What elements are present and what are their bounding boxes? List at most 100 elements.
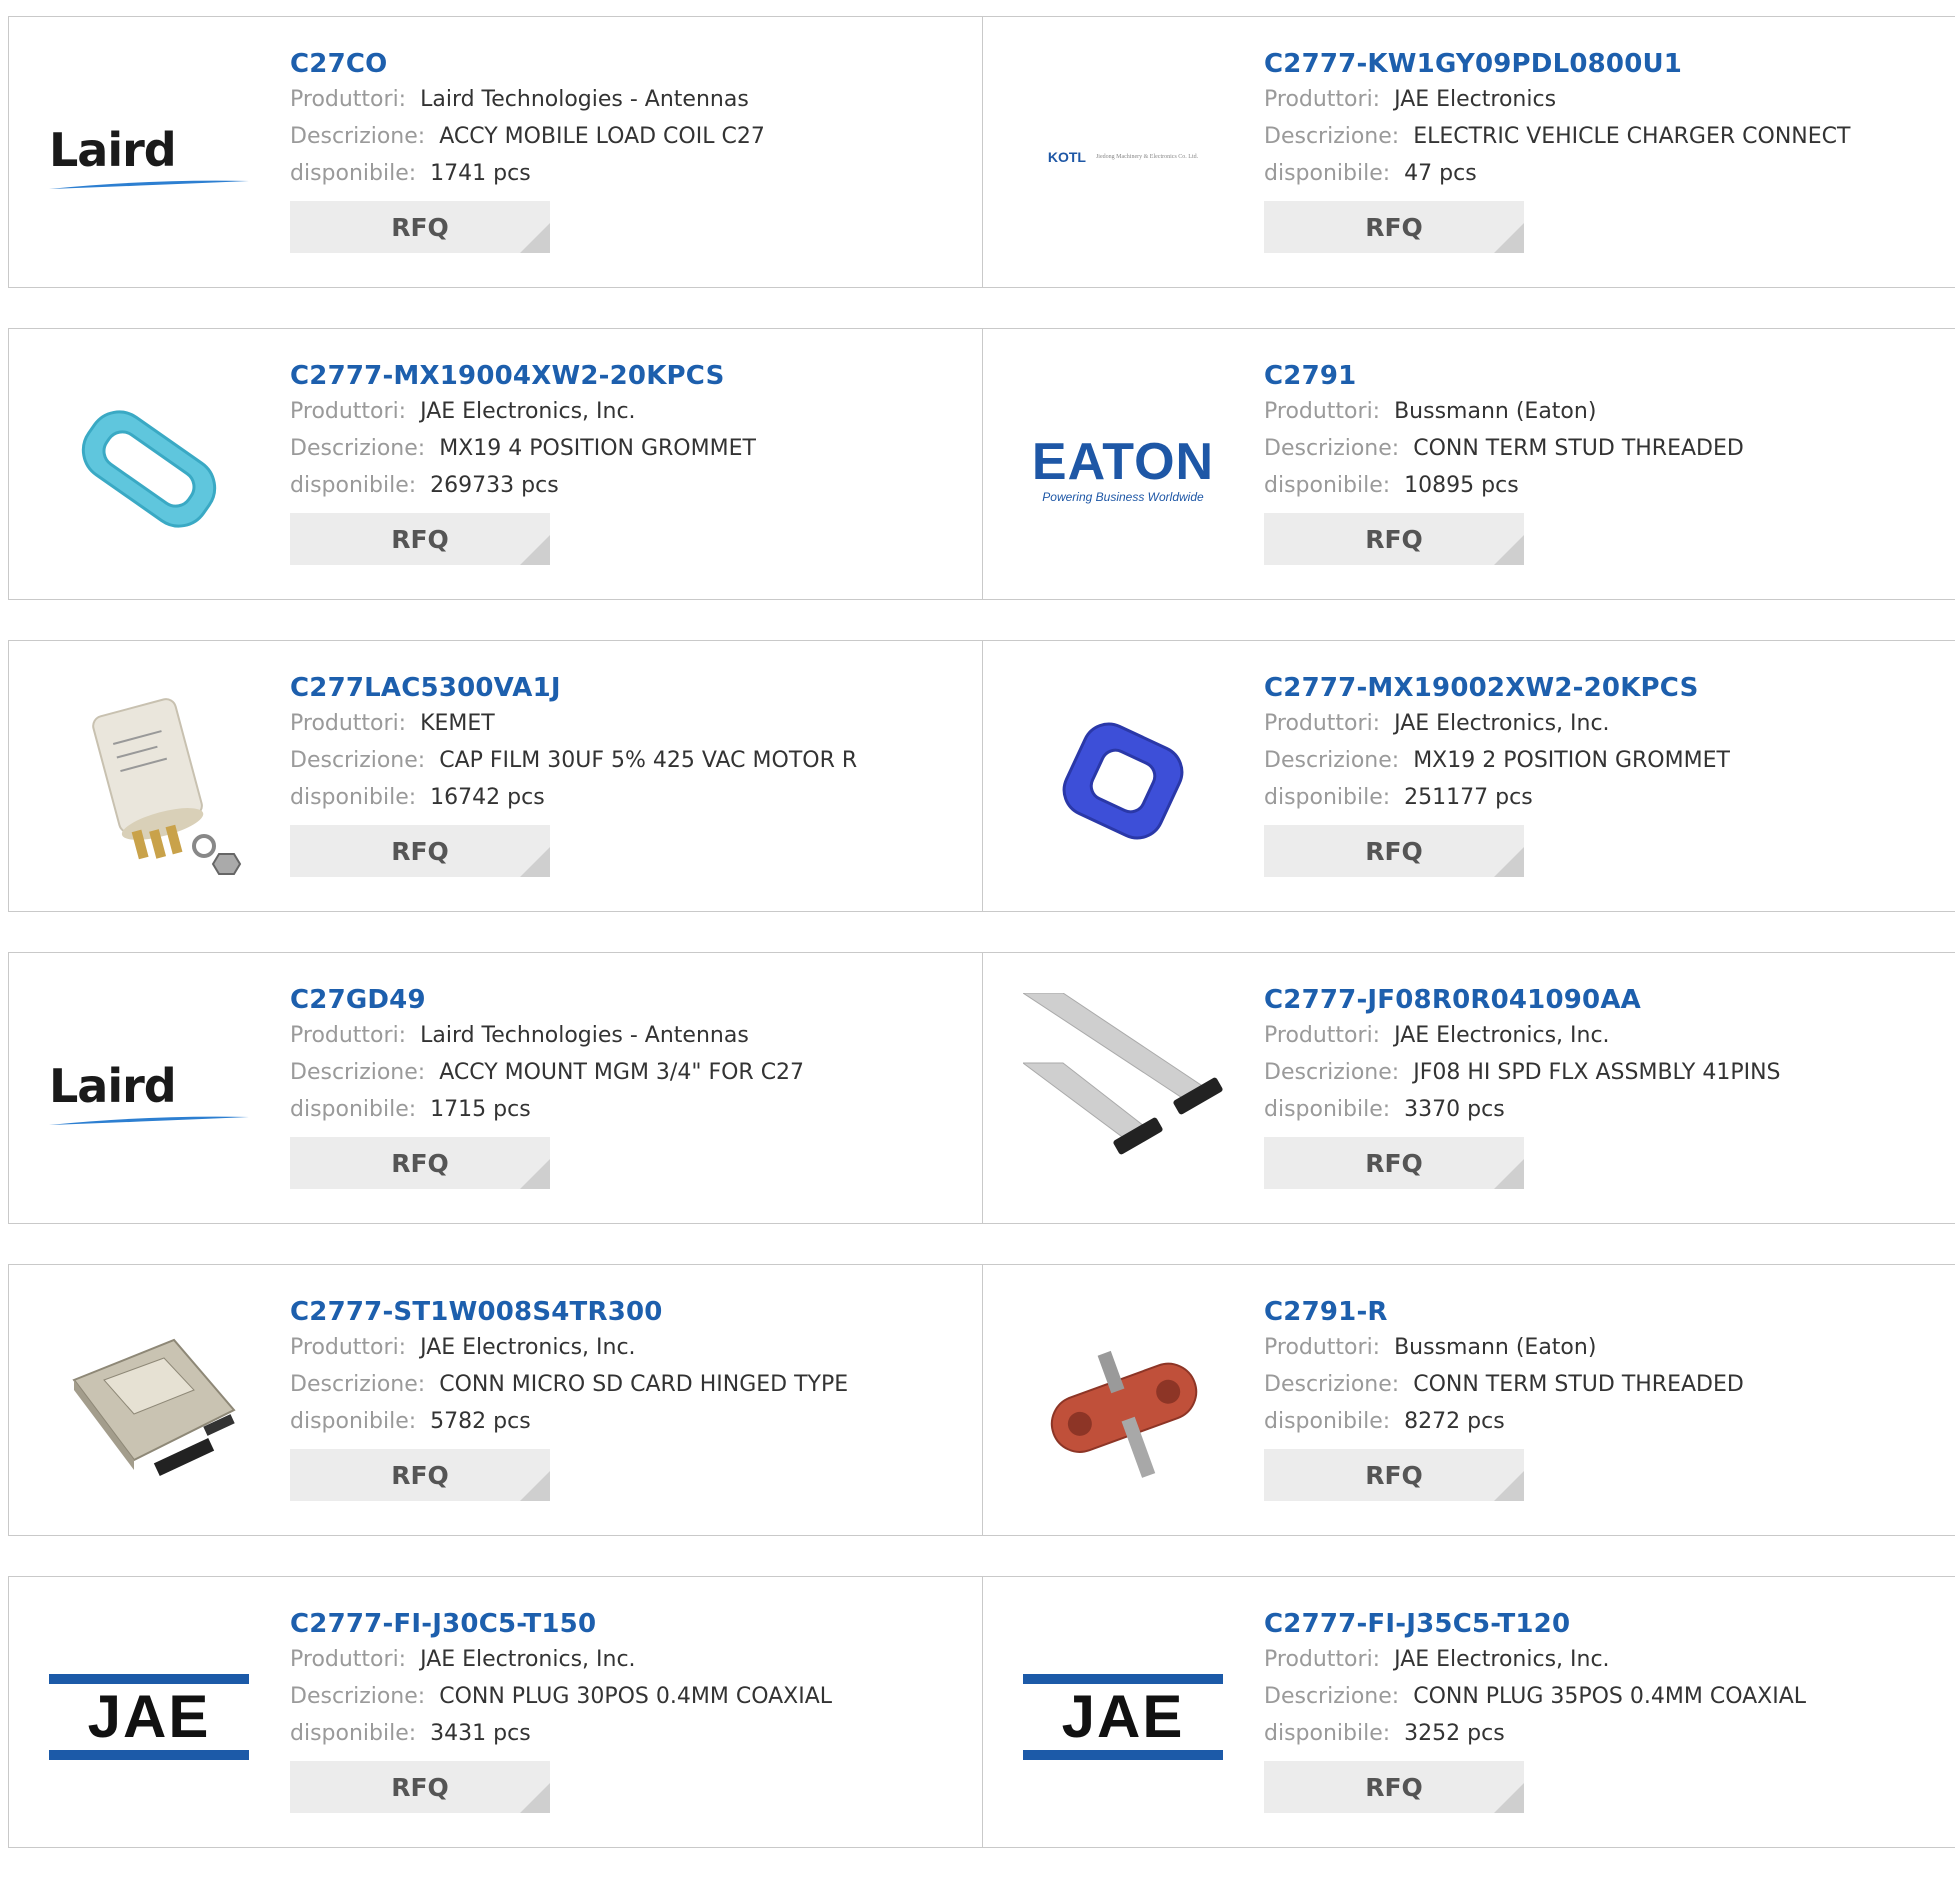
red-stud-image[interactable]: [1023, 1305, 1223, 1505]
corner-triangle-icon: [520, 1471, 550, 1501]
availability-value: 47 pcs: [1404, 161, 1477, 186]
manufacturer-value: JAE Electronics, Inc.: [420, 1647, 636, 1672]
part-number-link[interactable]: C2777-MX19004XW2-20KPCS: [290, 359, 972, 393]
rfq-button[interactable]: RFQ: [290, 1449, 550, 1501]
availability-label: disponibile:: [290, 473, 417, 498]
product-card: C2777-ST1W008S4TR300 Produttori: JAE Elec…: [9, 1265, 982, 1535]
corner-triangle-icon: [1494, 535, 1524, 565]
part-number-link[interactable]: C2777-MX19002XW2-20KPCS: [1264, 671, 1945, 705]
rfq-label: RFQ: [391, 212, 449, 242]
manufacturer-value: JAE Electronics, Inc.: [1394, 1023, 1610, 1048]
description-label: Descrizione:: [1264, 1060, 1400, 1085]
rfq-label: RFQ: [391, 1460, 449, 1490]
description-value: CONN PLUG 35POS 0.4MM COAXIAL: [1413, 1684, 1807, 1709]
availability-label: disponibile:: [290, 1721, 417, 1746]
rfq-label: RFQ: [391, 1148, 449, 1178]
rfq-label: RFQ: [391, 836, 449, 866]
part-number-link[interactable]: C27GD49: [290, 983, 972, 1017]
term-stud-icon: [1050, 1350, 1198, 1478]
corner-triangle-icon: [1494, 1159, 1524, 1189]
jae-logo[interactable]: JAE: [49, 1617, 249, 1817]
product-row: Laird C27CO Produttori: Laird Technologie…: [8, 16, 1955, 288]
kotl-wordmark: KOTL: [1047, 149, 1086, 165]
product-card: C2777-MX19002XW2-20KPCS Produttori: JAE E…: [982, 641, 1955, 911]
manufacturer-value: KEMET: [420, 711, 495, 736]
rfq-button[interactable]: RFQ: [1264, 825, 1524, 877]
capacitor-icon: [92, 698, 242, 875]
availability-value: 3431 pcs: [430, 1721, 531, 1746]
description-label: Descrizione:: [290, 1684, 426, 1709]
availability-label: disponibile:: [1264, 1097, 1391, 1122]
blue-grommet-image[interactable]: [1023, 681, 1223, 881]
description-label: Descrizione:: [290, 1372, 426, 1397]
rfq-button[interactable]: RFQ: [1264, 1137, 1524, 1189]
cyan-grommet-image[interactable]: [49, 369, 249, 569]
rfq-button[interactable]: RFQ: [1264, 201, 1524, 253]
manufacturer-label: Produttori:: [1264, 1647, 1381, 1672]
product-card: JAE C2777-FI-J35C5-T120 Produttori: JAE E…: [982, 1577, 1955, 1847]
laird-wordmark: Laird: [49, 123, 177, 177]
rfq-button[interactable]: RFQ: [1264, 1449, 1524, 1501]
manufacturer-label: Produttori:: [1264, 399, 1381, 424]
description-value: CONN TERM STUD THREADED: [1413, 436, 1744, 461]
corner-triangle-icon: [1494, 223, 1524, 253]
laird-logo[interactable]: Laird: [49, 57, 249, 257]
kotl-subtitle: Jiedong Machinery & Electronics Co. Ltd.: [1095, 154, 1199, 160]
part-number-link[interactable]: C2791-R: [1264, 1295, 1945, 1329]
part-number-link[interactable]: C277LAC5300VA1J: [290, 671, 972, 705]
availability-value: 251177 pcs: [1404, 785, 1533, 810]
manufacturer-label: Produttori:: [1264, 1335, 1381, 1360]
description-value: MX19 4 POSITION GROMMET: [439, 436, 756, 461]
product-card: C2791-R Produttori: Bussmann (Eaton) Desc…: [982, 1265, 1955, 1535]
part-number-link[interactable]: C2777-KW1GY09PDL0800U1: [1264, 47, 1945, 81]
rfq-button[interactable]: RFQ: [290, 201, 550, 253]
manufacturer-value: Laird Technologies - Antennas: [420, 87, 749, 112]
part-number-link[interactable]: C2777-ST1W008S4TR300: [290, 1295, 972, 1329]
part-number-link[interactable]: C2791: [1264, 359, 1945, 393]
kotl-logo[interactable]: KOTL Jiedong Machinery & Electronics Co.…: [1023, 57, 1223, 257]
flex-cable-image[interactable]: [1023, 993, 1223, 1193]
manufacturer-label: Produttori:: [290, 1023, 407, 1048]
product-card: JAE C2777-FI-J30C5-T150 Produttori: JAE E…: [9, 1577, 982, 1847]
product-card: C2777-MX19004XW2-20KPCS Produttori: JAE E…: [9, 329, 982, 599]
manufacturer-label: Produttori:: [290, 399, 407, 424]
product-row: C277LAC5300VA1J Produttori: KEMET Descriz…: [8, 640, 1955, 912]
availability-label: disponibile:: [1264, 785, 1391, 810]
sd-connector-icon: [72, 1338, 236, 1477]
eaton-logo[interactable]: EATON Powering Business Worldwide: [1023, 369, 1223, 569]
manufacturer-label: Produttori:: [290, 711, 407, 736]
manufacturer-label: Produttori:: [1264, 711, 1381, 736]
rfq-button[interactable]: RFQ: [290, 513, 550, 565]
description-value: CAP FILM 30UF 5% 425 VAC MOTOR R: [439, 748, 858, 773]
part-number-link[interactable]: C2777-JF08R0R041090AA: [1264, 983, 1945, 1017]
description-value: CONN TERM STUD THREADED: [1413, 1372, 1744, 1397]
manufacturer-label: Produttori:: [290, 1335, 407, 1360]
manufacturer-value: Bussmann (Eaton): [1394, 1335, 1597, 1360]
rfq-button[interactable]: RFQ: [290, 825, 550, 877]
manufacturer-value: JAE Electronics, Inc.: [1394, 711, 1610, 736]
rfq-button[interactable]: RFQ: [1264, 513, 1524, 565]
description-label: Descrizione:: [1264, 1684, 1400, 1709]
part-number-link[interactable]: C27CO: [290, 47, 972, 81]
availability-label: disponibile:: [290, 161, 417, 186]
part-number-link[interactable]: C2777-FI-J30C5-T150: [290, 1607, 972, 1641]
film-capacitor-image[interactable]: [49, 681, 249, 881]
corner-triangle-icon: [520, 223, 550, 253]
part-number-link[interactable]: C2777-FI-J35C5-T120: [1264, 1607, 1945, 1641]
jae-logo[interactable]: JAE: [1023, 1617, 1223, 1817]
description-label: Descrizione:: [290, 124, 426, 149]
corner-triangle-icon: [1494, 847, 1524, 877]
availability-label: disponibile:: [1264, 473, 1391, 498]
description-label: Descrizione:: [290, 1060, 426, 1085]
product-card: Laird C27GD49 Produttori: Laird Technolog…: [9, 953, 982, 1223]
availability-value: 8272 pcs: [1404, 1409, 1505, 1434]
rfq-button[interactable]: RFQ: [1264, 1761, 1524, 1813]
sd-card-connector-image[interactable]: [49, 1305, 249, 1505]
availability-value: 1741 pcs: [430, 161, 531, 186]
description-value: ACCY MOUNT MGM 3/4" FOR C27: [439, 1060, 805, 1085]
rfq-button[interactable]: RFQ: [290, 1761, 550, 1813]
rfq-button[interactable]: RFQ: [290, 1137, 550, 1189]
manufacturer-label: Produttori:: [290, 87, 407, 112]
laird-logo[interactable]: Laird: [49, 993, 249, 1193]
availability-value: 1715 pcs: [430, 1097, 531, 1122]
